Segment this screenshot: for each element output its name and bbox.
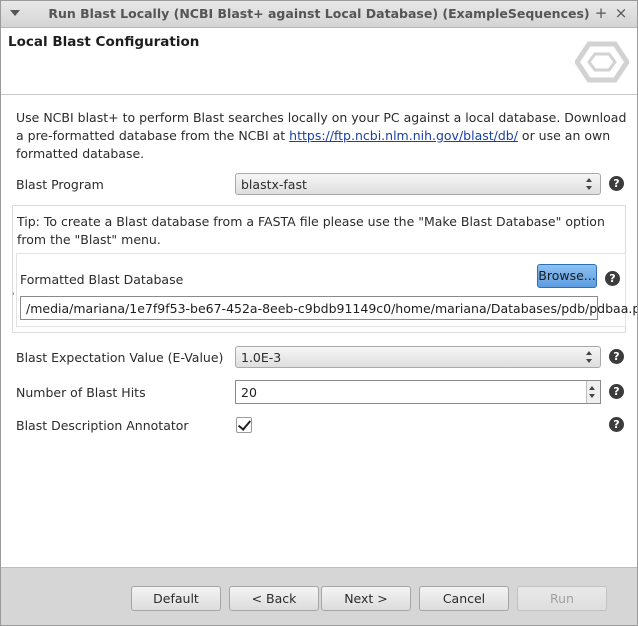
blast-program-value: blastx-fast: [241, 177, 307, 192]
hits-spinbox[interactable]: 20: [235, 380, 601, 404]
error-marker-icon: ': [12, 292, 15, 302]
button-bar: Default < Back Next > Cancel Run: [1, 567, 637, 625]
help-icon[interactable]: ?: [609, 417, 624, 432]
hits-value: 20: [241, 385, 257, 400]
database-path-value: /media/mariana/1e7f9f53-be67-452a-8eeb-c…: [26, 301, 638, 316]
select-arrows-icon: [586, 350, 594, 364]
page-title: Local Blast Configuration: [8, 34, 200, 50]
default-button[interactable]: Default: [131, 586, 221, 611]
evalue-value: 1.0E-3: [241, 350, 282, 365]
back-button[interactable]: < Back: [229, 586, 319, 611]
help-icon[interactable]: ?: [609, 349, 624, 364]
tip-text: Tip: To create a Blast database from a F…: [17, 214, 605, 247]
hits-label: Number of Blast Hits: [16, 385, 146, 400]
description-text: Use NCBI blast+ to perform Blast searche…: [16, 110, 627, 161]
cancel-button[interactable]: Cancel: [419, 586, 509, 611]
select-arrows-icon: [586, 177, 594, 191]
content-panel: Use NCBI blast+ to perform Blast searche…: [1, 95, 637, 567]
ncbi-link[interactable]: https://ftp.ncbi.nlm.nih.gov/blast/db/: [289, 128, 518, 143]
checkmark-icon: [237, 417, 252, 431]
title-bar: Run Blast Locally (NCBI Blast+ against L…: [1, 1, 637, 28]
browse-button[interactable]: Browse...: [537, 264, 597, 288]
help-icon[interactable]: ?: [609, 176, 624, 191]
annotator-checkbox[interactable]: [236, 417, 252, 433]
help-icon[interactable]: ?: [605, 271, 620, 286]
blast-program-label: Blast Program: [16, 177, 104, 192]
database-path-input[interactable]: /media/mariana/1e7f9f53-be67-452a-8eeb-c…: [20, 296, 637, 320]
database-label: Formatted Blast Database: [20, 272, 184, 287]
app-logo-icon: [575, 41, 629, 83]
close-button[interactable]: ×: [613, 4, 629, 22]
evalue-label: Blast Expectation Value (E-Value): [16, 350, 224, 365]
spinbox-arrows[interactable]: [586, 381, 600, 403]
run-button[interactable]: Run: [517, 586, 607, 611]
annotator-label: Blast Description Annotator: [16, 418, 189, 433]
spin-arrows-icon: [589, 385, 597, 399]
blast-program-select[interactable]: blastx-fast: [235, 173, 601, 195]
dialog-window: Run Blast Locally (NCBI Blast+ against L…: [0, 0, 638, 626]
evalue-select[interactable]: 1.0E-3: [235, 346, 601, 368]
window-title: Run Blast Locally (NCBI Blast+ against L…: [48, 6, 590, 21]
help-icon[interactable]: ?: [609, 384, 624, 399]
maximize-button[interactable]: +: [593, 4, 609, 22]
next-button[interactable]: Next >: [321, 586, 411, 611]
wizard-header: Local Blast Configuration: [1, 28, 637, 95]
